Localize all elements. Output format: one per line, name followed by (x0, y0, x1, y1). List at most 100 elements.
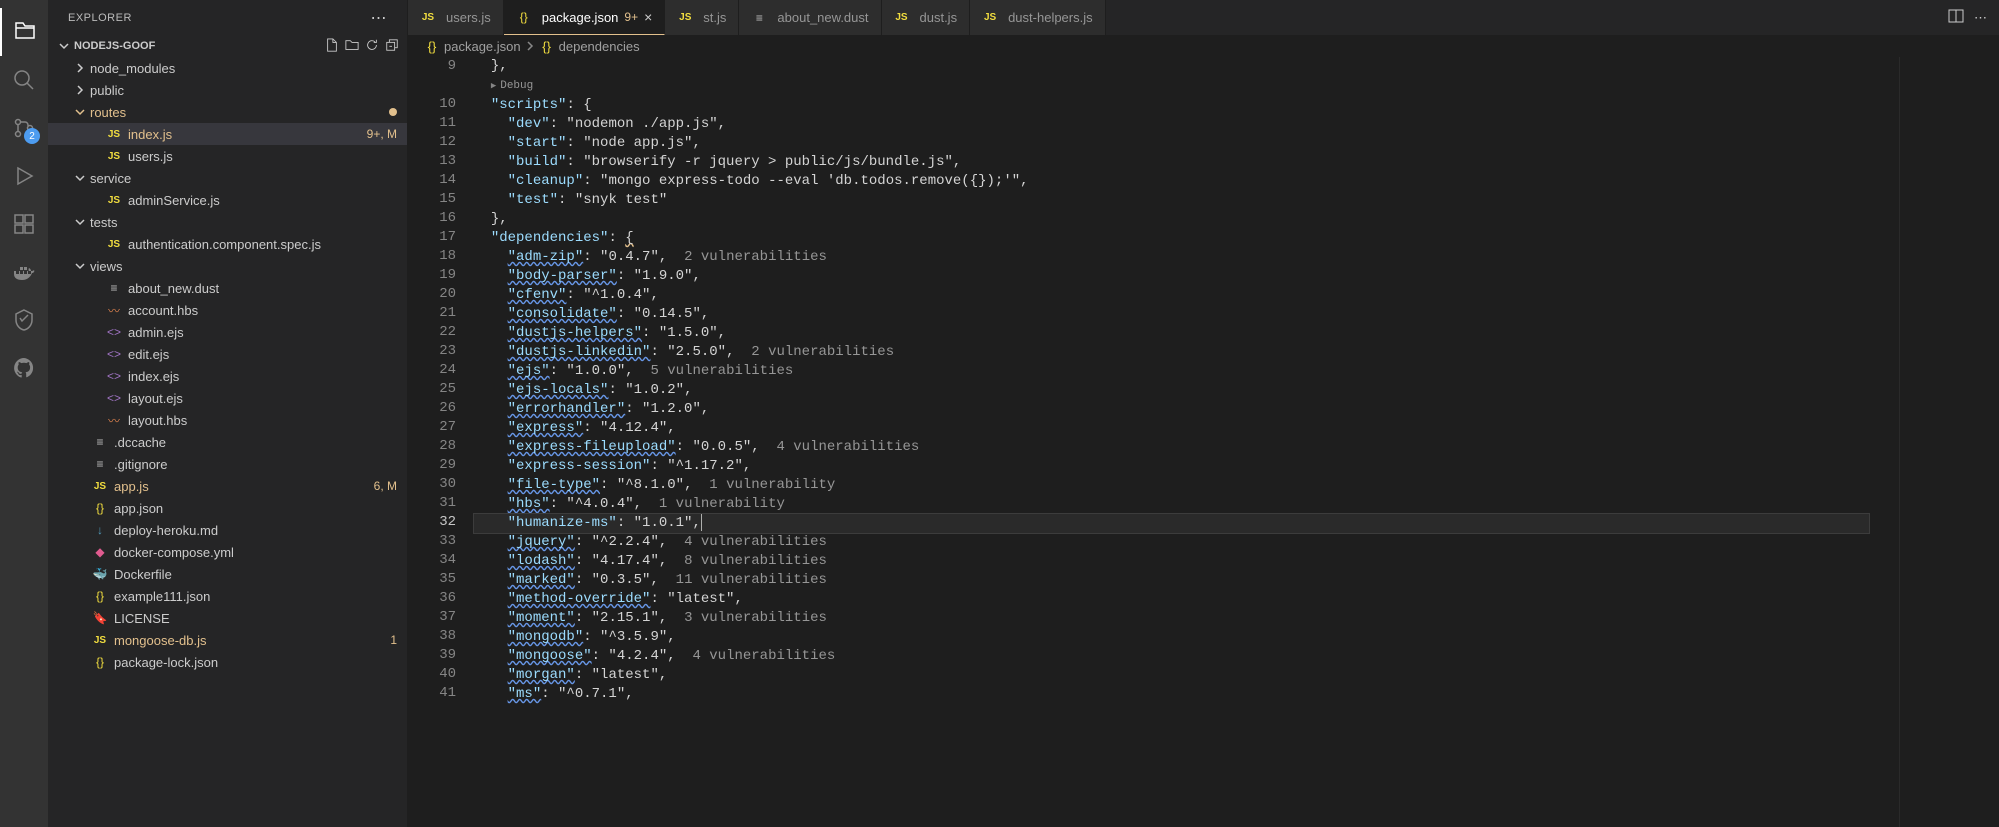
tab-badge: 9+ (624, 10, 638, 24)
breadcrumb-label[interactable]: dependencies (559, 39, 640, 54)
search-icon[interactable] (0, 56, 48, 104)
run-debug-icon[interactable] (0, 152, 48, 200)
line-number: 33 (408, 532, 456, 551)
tree-file[interactable]: JSapp.js6, M (48, 475, 407, 497)
tree-folder[interactable]: tests (48, 211, 407, 233)
code-line: "build": "browserify -r jquery > public/… (474, 153, 1869, 172)
extensions-icon[interactable] (0, 200, 48, 248)
debug-codelens[interactable]: ▶Debug (474, 76, 1869, 96)
tree-file[interactable]: ↓deploy-heroku.md (48, 519, 407, 541)
tree-item-label: app.js (114, 479, 366, 494)
line-number: 37 (408, 608, 456, 627)
docker-icon[interactable] (0, 248, 48, 296)
tree-item-label: docker-compose.yml (114, 545, 397, 560)
tree-file[interactable]: JSusers.js (48, 145, 407, 167)
tree-file[interactable]: ≡about_new.dust (48, 277, 407, 299)
tabs-bar: JSusers.js{}package.json9+×JSst.js≡about… (408, 0, 1999, 35)
tree-folder[interactable]: public (48, 79, 407, 101)
close-icon[interactable]: × (644, 9, 652, 25)
tree-file[interactable]: <>admin.ejs (48, 321, 407, 343)
tree-folder[interactable]: service (48, 167, 407, 189)
editor-tab[interactable]: {}package.json9+× (504, 0, 666, 35)
tree-file[interactable]: {}package-lock.json (48, 651, 407, 673)
line-number: 39 (408, 646, 456, 665)
line-number: 22 (408, 323, 456, 342)
tree-file[interactable]: ◆docker-compose.yml (48, 541, 407, 563)
collapse-all-icon[interactable] (385, 38, 399, 55)
tree-file[interactable]: 〰account.hbs (48, 299, 407, 321)
source-control-icon[interactable]: 2 (0, 104, 48, 152)
line-number: 12 (408, 133, 456, 152)
tree-item-label: edit.ejs (128, 347, 397, 362)
new-folder-icon[interactable] (345, 38, 359, 55)
line-number: 25 (408, 380, 456, 399)
editor-tab[interactable]: JSdust.js (882, 0, 971, 35)
tree-item-label: index.ejs (128, 369, 397, 384)
workspace-header[interactable]: NODEJS-GOOF (48, 35, 407, 57)
tree-file[interactable]: JSauthentication.component.spec.js (48, 233, 407, 255)
new-file-icon[interactable] (325, 38, 339, 55)
tree-item-label: service (90, 171, 397, 186)
tab-label: st.js (703, 10, 726, 25)
tree-item-label: app.json (114, 501, 397, 516)
breadcrumbs[interactable]: {}package.json{}dependencies (408, 35, 1999, 57)
code-line: "file-type": "^8.1.0", 1 vulnerability (474, 476, 1869, 495)
tree-folder[interactable]: routes (48, 101, 407, 123)
tree-file[interactable]: <>edit.ejs (48, 343, 407, 365)
editor-area: JSusers.js {} package.json 9+ × JSst.js≡about… (408, 0, 1999, 827)
tree-item-label: about_new.dust (128, 281, 397, 296)
tree-file[interactable]: JSindex.js9+, M (48, 123, 407, 145)
refresh-icon[interactable] (365, 38, 379, 55)
code-line: "mongodb": "^3.5.9", (474, 628, 1869, 647)
tree-file[interactable]: {}example111.json (48, 585, 407, 607)
vulnerability-inlay: 4 vulnerabilities (676, 648, 836, 664)
breadcrumb-label[interactable]: package.json (444, 39, 521, 54)
tree-item-label: authentication.component.spec.js (128, 237, 397, 252)
tree-file[interactable]: ≡.gitignore (48, 453, 407, 475)
vulnerability-inlay: 1 vulnerability (692, 477, 835, 493)
tree-file[interactable]: 🔖LICENSE (48, 607, 407, 629)
vulnerability-inlay: 3 vulnerabilities (667, 610, 827, 626)
tree-item-label: mongoose-db.js (114, 633, 382, 648)
line-number: 16 (408, 209, 456, 228)
minimap[interactable] (1899, 57, 1999, 827)
code-line: "moment": "2.15.1", 3 vulnerabilities (474, 609, 1869, 628)
chevron-icon (72, 82, 88, 98)
editor-tab[interactable]: JSusers.js (408, 0, 504, 35)
tree-file[interactable]: <>index.ejs (48, 365, 407, 387)
tree-file[interactable]: {}app.json (48, 497, 407, 519)
code-line: "hbs": "^4.0.4", 1 vulnerability (474, 495, 1869, 514)
snyk-icon[interactable] (0, 296, 48, 344)
explorer-icon[interactable] (0, 8, 48, 56)
breadcrumb-icon: {} (539, 39, 555, 54)
tree-file[interactable]: <>layout.ejs (48, 387, 407, 409)
more-actions-icon[interactable]: ⋯ (1974, 10, 1987, 26)
github-icon[interactable] (0, 344, 48, 392)
editor-tab[interactable]: JSdust-helpers.js (970, 0, 1106, 35)
workspace-name: NODEJS-GOOF (74, 40, 155, 52)
code-line: "consolidate": "0.14.5", (474, 305, 1869, 324)
tree-file[interactable]: ≡.dccache (48, 431, 407, 453)
tree-file[interactable]: JSmongoose-db.js1 (48, 629, 407, 651)
tree-file[interactable]: 〰layout.hbs (48, 409, 407, 431)
sidebar-more-icon[interactable]: ⋯ (371, 8, 388, 28)
code-line: "mongoose": "4.2.4", 4 vulnerabilities (474, 647, 1869, 666)
tree-folder[interactable]: node_modules (48, 57, 407, 79)
file-tree: node_modulespublicroutesJSindex.js9+, MJ… (48, 57, 407, 827)
editor-tab[interactable]: ≡about_new.dust (739, 0, 881, 35)
code-line: "scripts": { (474, 96, 1869, 115)
tree-item-badge: 9+, M (367, 127, 397, 141)
scm-badge: 2 (24, 128, 40, 144)
tree-file[interactable]: JSadminService.js (48, 189, 407, 211)
code-line: "express-fileupload": "0.0.5", 4 vulnera… (474, 438, 1869, 457)
code-line: "morgan": "latest", (474, 666, 1869, 685)
tree-folder[interactable]: views (48, 255, 407, 277)
tree-file[interactable]: 🐳Dockerfile (48, 563, 407, 585)
line-gutter: 9 10111213141516171819202122232425262728… (408, 57, 474, 827)
split-editor-icon[interactable] (1948, 8, 1964, 27)
modified-dot-icon (389, 108, 397, 116)
chevron-icon (72, 104, 88, 120)
chevron-icon (72, 60, 88, 76)
editor-tab[interactable]: JSst.js (665, 0, 739, 35)
code-content[interactable]: }, ▶Debug "scripts": { "dev": "nodemon .… (474, 57, 1899, 827)
